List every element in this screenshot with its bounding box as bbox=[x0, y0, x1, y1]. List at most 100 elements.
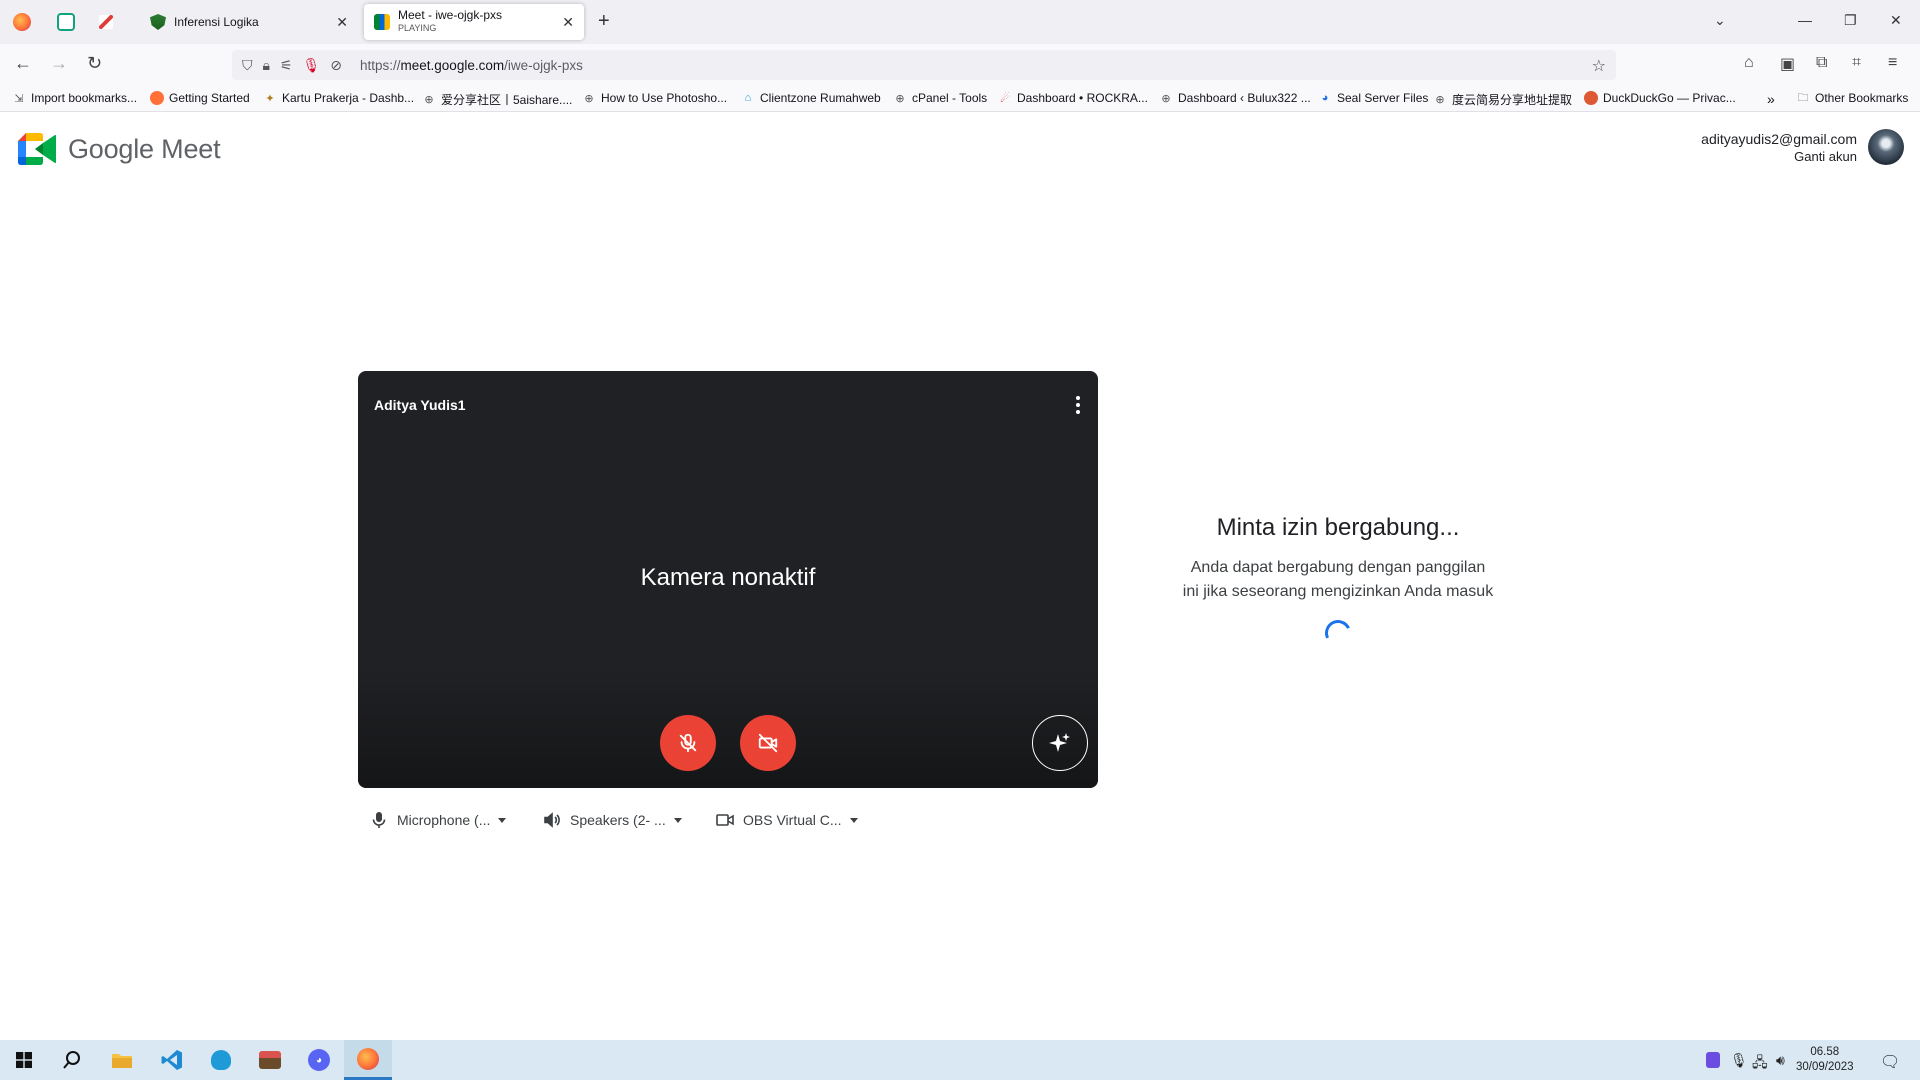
microphone-off-icon bbox=[679, 733, 697, 753]
more-bookmarks-icon[interactable]: » bbox=[1767, 91, 1775, 107]
visual-effects-button[interactable] bbox=[1032, 715, 1088, 771]
bookmark-item[interactable]: ⊕ 度云简易分享地址提取 bbox=[1433, 91, 1572, 108]
globe-icon: ⊕ bbox=[424, 94, 434, 106]
extension-icon[interactable]: ▣ bbox=[1780, 54, 1795, 74]
bookmark-item[interactable]: ⊕ Dashboard ‹ Bulux322 ... bbox=[1159, 91, 1310, 105]
firefox-taskbar-button[interactable] bbox=[344, 1040, 392, 1080]
google-meet-logo[interactable]: Google Meet bbox=[18, 133, 221, 165]
tab-google-meet[interactable]: Meet - iwe-ojgk-pxs PLAYING ✕ bbox=[364, 4, 584, 40]
url-text[interactable]: https://meet.google.com/iwe-ojgk-pxs bbox=[360, 58, 583, 73]
toggle-microphone-button[interactable] bbox=[660, 715, 716, 771]
folder-icon: 🗀 bbox=[1797, 91, 1809, 104]
app-button[interactable] bbox=[197, 1040, 245, 1080]
join-status-title: Minta izin bergabung... bbox=[1216, 514, 1460, 541]
browser-nav-bar: ← → ↻ ⛉ 🔒︎ ⚟ 🎙︎ ⊘ https://meet.google.co… bbox=[0, 44, 1920, 84]
url-bar[interactable]: ⛉ 🔒︎ ⚟ 🎙︎ ⊘ https://meet.google.com/iwe-… bbox=[232, 50, 1616, 80]
bookmark-item[interactable]: Getting Started bbox=[150, 91, 250, 105]
bookmark-item[interactable]: ⊕ 爱分享社区丨5aishare.... bbox=[422, 91, 572, 108]
other-bookmarks[interactable]: 🗀 Other Bookmarks bbox=[1796, 91, 1909, 105]
shield-logo-icon bbox=[150, 14, 166, 30]
camera-label: OBS Virtual C... bbox=[743, 812, 842, 828]
bookmark-item[interactable]: ◕ Seal Server Files bbox=[1318, 91, 1429, 105]
start-button[interactable] bbox=[0, 1040, 48, 1080]
forward-icon[interactable]: → bbox=[50, 53, 68, 74]
lock-icon[interactable]: 🔒︎ bbox=[263, 57, 270, 74]
dropdown-arrow-icon bbox=[849, 817, 858, 823]
close-window-icon[interactable]: ✕ bbox=[1890, 12, 1902, 29]
account-email: adityayudis2@gmail.com bbox=[1701, 131, 1857, 147]
firefox-icon bbox=[357, 1047, 379, 1070]
import-icon: ⇲ bbox=[14, 92, 24, 105]
meet-logo-icon bbox=[18, 133, 56, 165]
firefox-view-button[interactable] bbox=[0, 0, 44, 44]
network-tray-icon[interactable]: 🖧 bbox=[1752, 1052, 1768, 1076]
rocket-icon: ☄ bbox=[1000, 92, 1010, 105]
bookmark-item[interactable]: ☄ Dashboard • ROCKRA... bbox=[998, 91, 1148, 105]
pinned-tab-chatgpt[interactable] bbox=[44, 0, 88, 44]
meet-icon bbox=[374, 14, 390, 30]
reload-icon[interactable]: ↻ bbox=[87, 53, 102, 74]
discord-button[interactable]: ◕ bbox=[295, 1040, 343, 1080]
bookmark-item[interactable]: ✦ Kartu Prakerja - Dashb... bbox=[263, 91, 414, 105]
account-info: adityayudis2@gmail.com Ganti akun bbox=[1701, 131, 1857, 165]
close-tab-icon[interactable]: ✕ bbox=[562, 14, 574, 31]
more-options-icon[interactable] bbox=[1068, 393, 1088, 417]
extensions-puzzle-icon[interactable]: ⧉ bbox=[1816, 54, 1827, 72]
speakers-selector[interactable]: Speakers (2- ... bbox=[543, 811, 682, 829]
pen-icon bbox=[99, 15, 113, 29]
tracking-protection-icon[interactable]: ⛉ bbox=[242, 57, 253, 74]
search-button[interactable] bbox=[48, 1040, 96, 1080]
game-icon bbox=[259, 1051, 281, 1069]
camera-off-label: Kamera nonaktif bbox=[640, 564, 816, 591]
file-explorer-button[interactable] bbox=[98, 1040, 146, 1080]
join-request-panel: Minta izin bergabung... Anda dapat berga… bbox=[1170, 514, 1506, 650]
clock-date: 30/09/2023 bbox=[1796, 1061, 1854, 1073]
bookmark-item[interactable]: DuckDuckGo — Privac... bbox=[1584, 91, 1736, 105]
chatgpt-icon bbox=[57, 13, 75, 31]
tab-inferensi-logika[interactable]: Inferensi Logika ✕ bbox=[140, 4, 358, 40]
garuda-icon: ✦ bbox=[265, 92, 275, 105]
restore-icon[interactable]: ❐ bbox=[1844, 12, 1857, 29]
menu-icon[interactable]: ≡ bbox=[1888, 54, 1897, 72]
switch-account-link[interactable]: Ganti akun bbox=[1701, 148, 1857, 165]
permissions-icon[interactable]: ⚟ bbox=[280, 57, 293, 74]
minimize-icon[interactable]: — bbox=[1798, 12, 1812, 28]
camera-selector[interactable]: OBS Virtual C... bbox=[716, 811, 858, 829]
voice-app-tray-icon[interactable] bbox=[1706, 1052, 1720, 1068]
firefox-icon bbox=[13, 13, 31, 31]
camera-blocked-icon[interactable]: ⊘ bbox=[330, 57, 342, 74]
bookmark-item[interactable]: ⊕ cPanel - Tools bbox=[893, 91, 987, 105]
browser-tab-bar: Inferensi Logika ✕ Meet - iwe-ojgk-pxs P… bbox=[0, 0, 1920, 44]
list-all-tabs-icon[interactable]: ⌄ bbox=[1714, 12, 1726, 29]
volume-tray-icon[interactable]: 🔊︎ bbox=[1776, 1052, 1785, 1069]
dropdown-arrow-icon bbox=[673, 817, 682, 823]
bookmark-star-icon[interactable]: ☆ bbox=[1592, 56, 1606, 76]
microphone-selector[interactable]: Microphone (... bbox=[370, 811, 507, 829]
microphone-tray-icon[interactable]: 🎙︎ bbox=[1730, 1052, 1748, 1069]
close-tab-icon[interactable]: ✕ bbox=[336, 14, 348, 31]
toggle-camera-button[interactable] bbox=[740, 715, 796, 771]
bookmark-item[interactable]: ⌂ Clientzone Rumahweb bbox=[741, 91, 881, 105]
house-icon: ⌂ bbox=[744, 92, 752, 104]
avatar[interactable] bbox=[1868, 129, 1904, 165]
join-status-description: Anda dapat bergabung dengan panggilan in… bbox=[1182, 559, 1494, 600]
folder-icon bbox=[112, 1054, 132, 1068]
back-icon[interactable]: ← bbox=[14, 53, 32, 74]
notification-icon[interactable]: 🗨︎ bbox=[1880, 1052, 1900, 1072]
new-tab-icon[interactable]: + bbox=[598, 10, 610, 33]
pocket-icon[interactable]: ⌂ bbox=[1744, 54, 1754, 72]
pinned-tab-notes[interactable] bbox=[84, 0, 128, 44]
clock[interactable]: 06.58 30/09/2023 bbox=[1796, 1045, 1854, 1075]
vscode-button[interactable] bbox=[148, 1040, 196, 1080]
crop-icon[interactable]: ⌗ bbox=[1852, 54, 1861, 72]
firefox-icon bbox=[150, 91, 164, 105]
bookmark-item[interactable]: ⊕ How to Use Photosho... bbox=[582, 91, 727, 105]
search-icon bbox=[63, 1051, 80, 1069]
discord-icon: ◕ bbox=[308, 1049, 330, 1071]
microphone-sharing-icon[interactable]: 🎙︎ bbox=[303, 57, 321, 74]
globe-icon: ⊕ bbox=[895, 92, 905, 105]
logo-text: Google Meet bbox=[68, 133, 221, 164]
windows-logo-icon bbox=[16, 1052, 32, 1068]
bookmark-item[interactable]: ⇲ Import bookmarks... bbox=[12, 91, 137, 105]
game-app-button[interactable] bbox=[246, 1040, 294, 1080]
